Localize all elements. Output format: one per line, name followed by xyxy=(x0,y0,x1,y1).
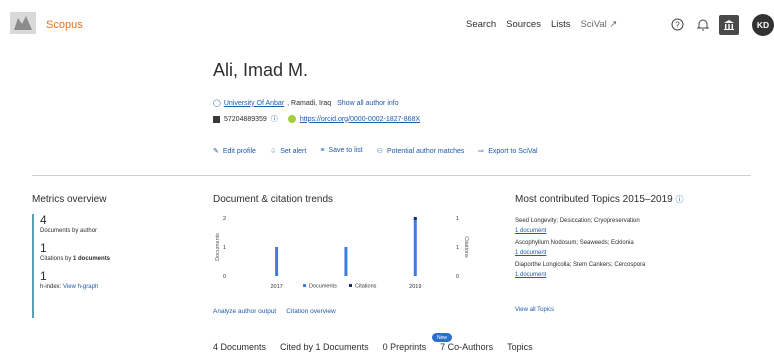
x-tick-label: 2019 xyxy=(409,284,421,290)
topic-name: Seed Longevity; Desiccation; Cryopreserv… xyxy=(515,218,640,224)
h-index-label: h-index: xyxy=(40,284,62,290)
topics-title-text: Most contributed Topics 2015–2019 xyxy=(515,194,673,205)
orcid-link[interactable]: https://orcid.org/0000-0002-1827-868X xyxy=(300,116,420,123)
citations-count: 1 xyxy=(40,241,47,255)
h-index-row: h-index: View h-graph xyxy=(40,284,182,290)
elsevier-logo[interactable] xyxy=(8,10,38,36)
topic-documents-link[interactable]: 1 document xyxy=(515,228,745,234)
y2-axis-label: Citations xyxy=(463,236,469,258)
top-bar: Scopus Search Sources Lists SciVal ↗ ? K… xyxy=(0,0,774,52)
citations-label-bold[interactable]: 1 documents xyxy=(73,256,110,262)
save-to-list-button[interactable]: ≡ Save to list xyxy=(320,147,362,155)
topic-documents-link[interactable]: 1 document xyxy=(515,272,745,278)
citations-label-text: Citations by xyxy=(40,256,74,262)
analyze-author-output-link[interactable]: Analyze author output xyxy=(213,308,276,315)
citation-overview-link[interactable]: Citation overview xyxy=(286,308,336,315)
save-to-list-label: Save to list xyxy=(328,147,363,154)
trends-title: Document & citation trends xyxy=(213,194,334,205)
affiliation-link[interactable]: University Of Anbar xyxy=(224,100,284,107)
svg-text:?: ? xyxy=(675,20,680,29)
edit-profile-label: Edit profile xyxy=(222,148,256,155)
y2-tick-label: 1 xyxy=(456,216,459,222)
h-index-value: 1 xyxy=(40,269,47,283)
orcid-icon xyxy=(287,115,296,123)
metrics-panel: 4 Documents by author 1 Citations by 1 d… xyxy=(32,214,182,318)
documents-bar xyxy=(275,247,279,276)
topic-name: Ascophyllum Nodosum; Seaweeds; Ecklonia xyxy=(515,240,634,246)
topic-documents-link[interactable]: 1 document xyxy=(515,250,745,256)
y-tick-label: 0 xyxy=(223,274,226,280)
info-icon[interactable]: ⓘ xyxy=(271,114,278,124)
nav-lists[interactable]: Lists xyxy=(551,19,571,30)
legend-documents-swatch xyxy=(303,284,306,287)
nav-sources[interactable]: Sources xyxy=(506,19,541,30)
y-axis-label: Documents xyxy=(215,233,221,261)
y2-tick-label: 0 xyxy=(456,274,459,280)
user-avatar[interactable]: KD xyxy=(752,14,774,36)
author-tabs: 4 Documents Cited by 1 Documents 0 Prepr… xyxy=(213,342,533,352)
info-icon[interactable]: ⓘ xyxy=(675,195,683,204)
help-icon[interactable]: ? xyxy=(667,14,687,34)
identifiers-row: 57204889359 ⓘ https://orcid.org/0000-000… xyxy=(213,114,420,124)
trends-links: Analyze author output Citation overview xyxy=(213,308,336,315)
y-tick-label: 1 xyxy=(223,245,226,251)
set-alert-label: Set alert xyxy=(280,148,307,155)
trend-chart: Documents Citations 2 1 0 1 1 0 2017 2019 Document… xyxy=(215,216,469,290)
edit-profile-button[interactable]: ✎ Edit profile xyxy=(213,147,256,155)
nav-scival[interactable]: SciVal ↗ xyxy=(581,19,618,30)
tab-preprints[interactable]: 0 Preprints xyxy=(383,342,427,352)
profile-actions: ✎ Edit profile ♤ Set alert ≡ Save to list ⚇… xyxy=(213,147,538,155)
show-all-author-info-link[interactable]: Show all author info xyxy=(337,100,398,107)
author-name: Ali, Imad M. xyxy=(213,60,309,80)
location-pin-icon: ◯ xyxy=(213,100,221,107)
section-divider xyxy=(32,175,751,176)
topics-title: Most contributed Topics 2015–2019 ⓘ xyxy=(515,194,683,205)
top-nav: Search Sources Lists SciVal ↗ xyxy=(466,19,617,30)
affiliation-row: ◯ University Of Anbar , Ramadi, Iraq Sho… xyxy=(213,99,399,108)
people-icon: ⚇ xyxy=(376,148,383,155)
documents-count: 4 xyxy=(40,213,47,227)
view-all-topics-link[interactable]: View all Topics xyxy=(515,307,554,313)
export-to-scival-button[interactable]: ⇨ Export to SciVal xyxy=(478,147,537,155)
citations-marker xyxy=(413,217,417,220)
author-id-icon xyxy=(213,115,220,123)
tab-co-authors[interactable]: 7 Co-Authors xyxy=(440,342,493,352)
documents-bar xyxy=(344,247,348,276)
metrics-overview-title: Metrics overview xyxy=(32,194,107,205)
legend-citations-swatch xyxy=(349,284,352,287)
pencil-icon: ✎ xyxy=(213,148,219,155)
topic-name: Diaporthe Longicolla; Stem Cankers; Cerc… xyxy=(515,262,646,268)
tab-topics[interactable]: Topics xyxy=(507,342,533,352)
affiliation-location: , Ramadi, Iraq xyxy=(287,99,332,107)
citations-label: Citations by 1 documents xyxy=(40,256,182,262)
potential-author-matches-label: Potential author matches xyxy=(386,148,465,155)
institution-icon[interactable] xyxy=(719,15,739,35)
brand-name[interactable]: Scopus xyxy=(46,19,83,31)
documents-label: Documents by author xyxy=(40,228,98,234)
topic-item: Ascophyllum Nodosum; Seaweeds; Ecklonia … xyxy=(515,240,745,256)
legend-documents-label: Documents xyxy=(309,284,337,290)
new-badge: New xyxy=(432,333,452,342)
export-icon: ⇨ xyxy=(478,148,485,155)
list-icon: ≡ xyxy=(320,147,325,154)
export-to-scival-label: Export to SciVal xyxy=(488,148,538,155)
documents-bar xyxy=(413,218,417,276)
topic-item: Seed Longevity; Desiccation; Cryopreserv… xyxy=(515,218,745,234)
topics-list: Seed Longevity; Desiccation; Cryopreserv… xyxy=(515,218,745,284)
y2-tick-label: 1 xyxy=(456,245,459,251)
bell-icon[interactable] xyxy=(693,14,713,34)
nav-search[interactable]: Search xyxy=(466,19,496,30)
tab-cited-by[interactable]: Cited by 1 Documents xyxy=(280,342,369,352)
x-tick-label: 2017 xyxy=(270,284,282,290)
topic-item: Diaporthe Longicolla; Stem Cankers; Cerc… xyxy=(515,262,745,278)
y-tick-label: 2 xyxy=(223,216,226,222)
bell-icon: ♤ xyxy=(269,148,277,155)
author-id: 57204889359 xyxy=(224,115,267,123)
potential-author-matches-button[interactable]: ⚇ Potential author matches xyxy=(377,147,465,155)
tab-documents[interactable]: 4 Documents xyxy=(213,342,266,352)
view-h-graph-link[interactable]: View h-graph xyxy=(63,284,98,290)
set-alert-button[interactable]: ♤ Set alert xyxy=(270,147,306,155)
legend-citations-label: Citations xyxy=(355,284,377,290)
